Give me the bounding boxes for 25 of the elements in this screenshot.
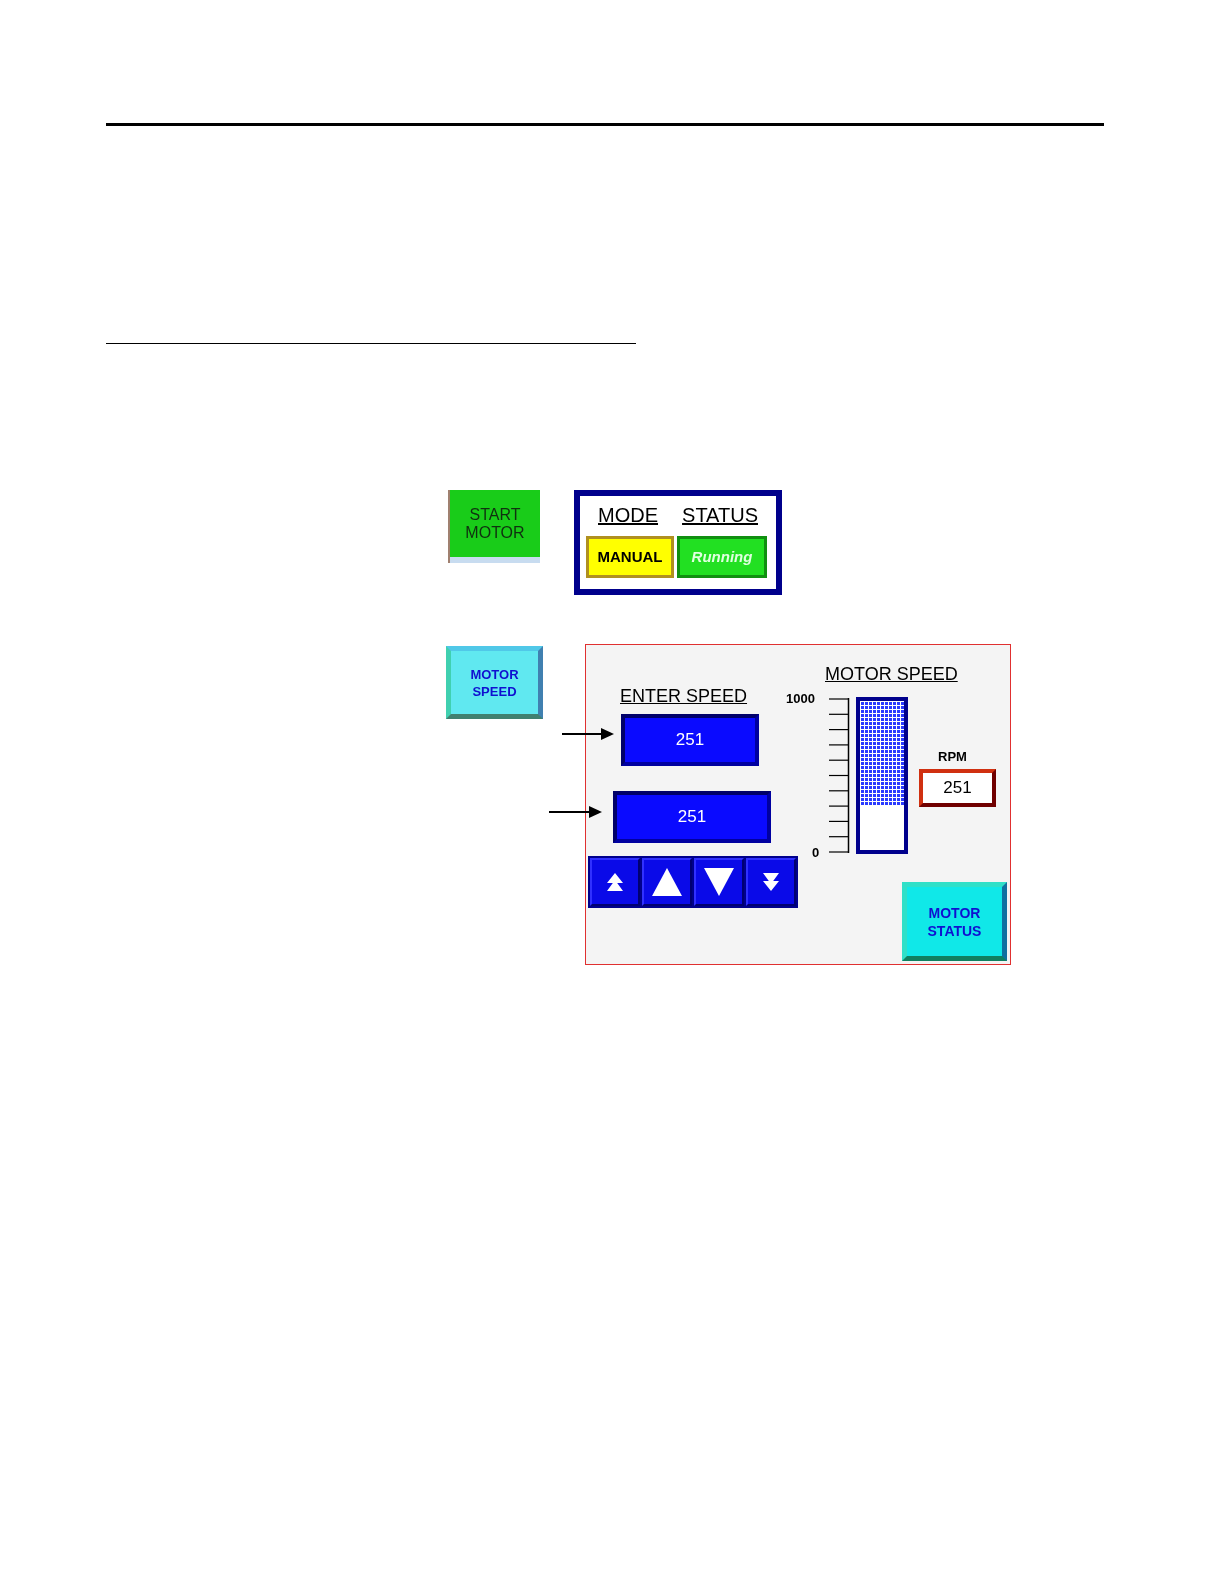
enter-speed-heading: ENTER SPEED <box>620 685 748 708</box>
pointer-arrow-icon <box>562 727 614 741</box>
step-button[interactable] <box>694 858 744 906</box>
motor-speed-heading: MOTOR SPEED <box>825 663 958 686</box>
rpm-display: 251 <box>919 769 996 807</box>
motor-status-button[interactable]: MOTOR STATUS <box>902 882 1007 961</box>
step-button[interactable] <box>746 858 796 906</box>
mode-heading: MODE <box>598 504 658 526</box>
scale-max-label: 1000 <box>786 690 815 708</box>
step-button[interactable] <box>590 858 640 906</box>
mode-indicator: MANUAL <box>586 536 674 578</box>
double-down-arrow-icon <box>761 872 781 892</box>
rpm-label: RPM <box>938 748 967 766</box>
pointer-arrow-icon <box>549 805 602 819</box>
status-indicator: Running <box>677 536 767 578</box>
step-button[interactable] <box>642 858 692 906</box>
start-motor-button[interactable]: START MOTOR <box>448 490 540 563</box>
scale-min-label: 0 <box>812 844 820 862</box>
double-up-arrow-icon <box>605 872 625 892</box>
speed-entry-field[interactable]: 251 <box>613 791 771 843</box>
speed-entry-field[interactable]: 251 <box>621 714 759 766</box>
status-heading: STATUS <box>682 504 758 526</box>
up-triangle-icon <box>651 867 683 897</box>
motor-speed-button[interactable]: MOTOR SPEED <box>446 646 543 719</box>
down-triangle-icon <box>703 867 735 897</box>
